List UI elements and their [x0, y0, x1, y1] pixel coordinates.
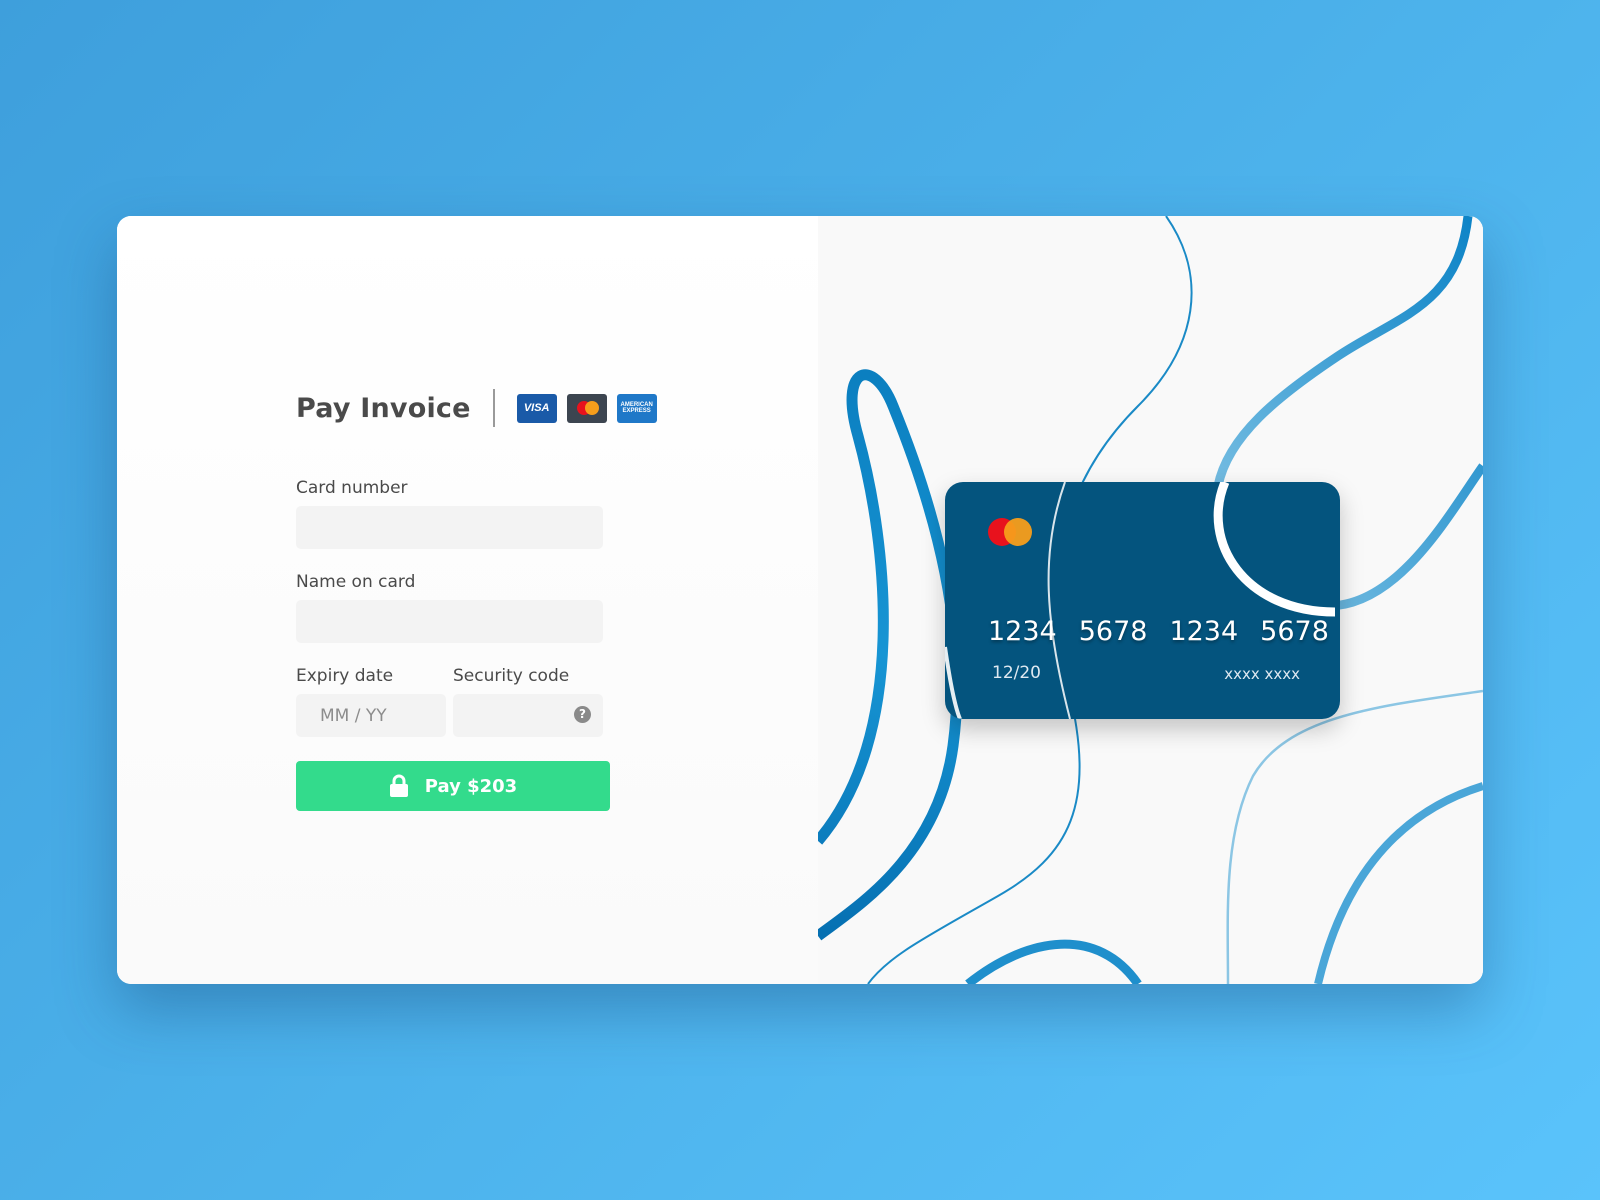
- header-divider: [492, 389, 495, 427]
- pay-button[interactable]: Pay $203: [296, 761, 610, 811]
- payment-panel: Pay Invoice VISA AMERICAN EXPRESS Card n…: [117, 216, 1483, 984]
- page-title: Pay Invoice: [296, 392, 471, 424]
- payment-form-section: Pay Invoice VISA AMERICAN EXPRESS Card n…: [117, 216, 818, 984]
- card-number-field-group: Card number: [296, 478, 616, 549]
- card-holder-display: xxxx xxxx: [1224, 665, 1300, 683]
- amex-logo: AMERICAN EXPRESS: [616, 393, 657, 423]
- card-number-display: 1234 5678 1234 5678: [988, 616, 1340, 647]
- card-mastercard-logo: [988, 518, 1034, 546]
- security-code-label: Security code: [453, 666, 570, 686]
- card-number-input[interactable]: [296, 506, 603, 549]
- lock-icon: [389, 774, 408, 797]
- card-number-label: Card number: [296, 478, 408, 498]
- card-number-group: 1234: [988, 616, 1057, 647]
- visa-logo: VISA: [516, 393, 557, 423]
- visa-logo-text: VISA: [523, 402, 550, 414]
- card-number-group: 1234: [1169, 616, 1239, 647]
- name-on-card-field-group: Name on card: [296, 572, 616, 643]
- mastercard-orange-circle: [584, 401, 599, 415]
- payment-form: Card number Name on card Expiry date Sec…: [296, 478, 616, 737]
- expiry-date-input[interactable]: [296, 694, 446, 737]
- expiry-security-row: Expiry date Security code ?: [296, 666, 616, 737]
- card-expiry-display: 12/20: [992, 663, 1041, 683]
- question-circle-icon[interactable]: ?: [574, 706, 591, 723]
- card-number-group: 5678: [1260, 616, 1329, 647]
- amex-logo-text-bottom: EXPRESS: [622, 408, 651, 414]
- name-on-card-input[interactable]: [296, 600, 603, 643]
- pay-button-label: Pay $203: [424, 775, 518, 797]
- mastercard-logo: [566, 393, 607, 423]
- expiry-field-group: Expiry date: [296, 666, 446, 737]
- expiry-date-label: Expiry date: [296, 666, 394, 686]
- name-on-card-label: Name on card: [296, 572, 416, 592]
- card-mastercard-orange-circle: [1004, 518, 1032, 546]
- card-preview: 1234 5678 1234 5678 12/20 xxxx xxxx: [945, 482, 1340, 719]
- card-number-group: 5678: [1078, 616, 1148, 647]
- form-header: Pay Invoice VISA AMERICAN EXPRESS: [296, 388, 667, 428]
- security-code-field-group: Security code ?: [453, 666, 603, 737]
